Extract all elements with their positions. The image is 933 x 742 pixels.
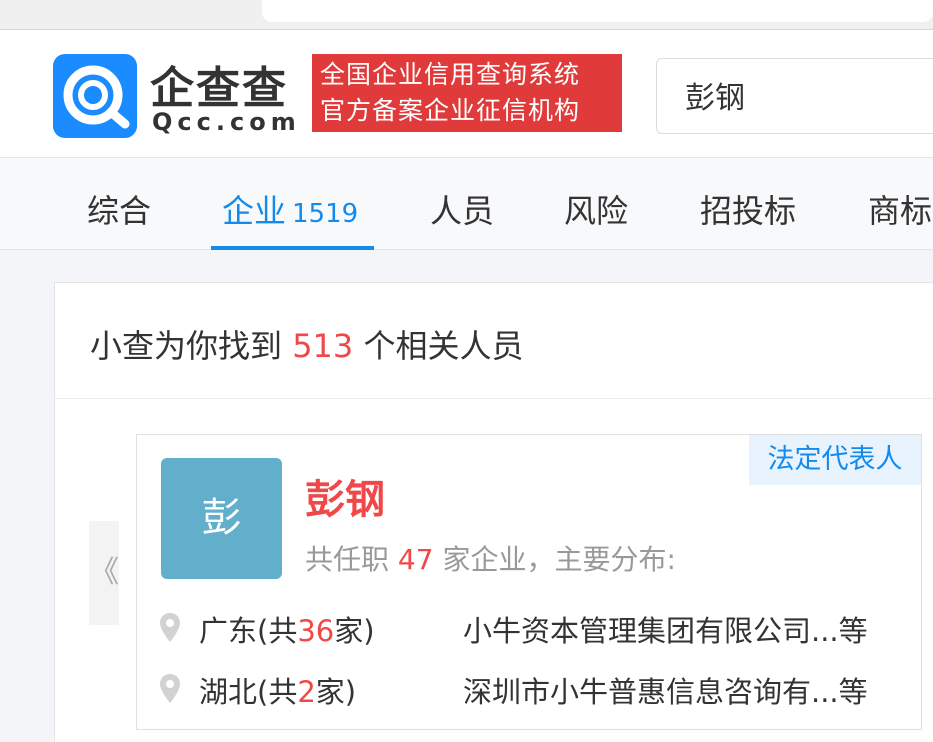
tab-risk[interactable]: 风险: [564, 186, 628, 232]
region-count: 36: [297, 614, 335, 648]
tab-people[interactable]: 人员: [430, 186, 494, 232]
company-link[interactable]: 深圳市小牛普惠信息咨询有...等: [463, 669, 868, 711]
location-pin-icon: [160, 674, 180, 703]
slogan-banner: 全国企业信用查询系统 官方备案企业征信机构: [312, 54, 622, 132]
address-bar[interactable]: [262, 0, 933, 22]
carousel-prev-button[interactable]: 《: [89, 521, 119, 625]
slogan-line-1: 全国企业信用查询系统: [320, 60, 581, 89]
region-row: 湖北(共2家) 深圳市小牛普惠信息咨询有...等: [159, 669, 904, 709]
logo-wordmark-en: Qcc.com: [152, 108, 301, 136]
region-suffix: 家): [315, 675, 357, 709]
position-count: 47: [397, 543, 434, 576]
position-suffix: 家企业，主要分布:: [442, 543, 676, 576]
people-results-panel: 小查为你找到 513 个相关人员 《 法定代表人 彭 彭钢 共任职 47 家企业…: [54, 282, 933, 742]
tab-general[interactable]: 综合: [87, 186, 151, 232]
active-tab-indicator: [211, 246, 374, 250]
role-badge: 法定代表人: [749, 435, 921, 485]
region-row: 广东(共36家) 小牛资本管理集团有限公司...等: [159, 608, 904, 648]
results-summary: 小查为你找到 513 个相关人员: [90, 321, 523, 367]
region-label[interactable]: 湖北(共2家): [199, 669, 356, 711]
position-prefix: 共任职: [305, 543, 390, 576]
tab-trademark[interactable]: 商标: [868, 186, 932, 232]
site-header: 企查查 Qcc.com 全国企业信用查询系统 官方备案企业征信机构: [0, 30, 933, 158]
result-tabs: 综合 企业 1519 人员 风险 招投标 商标: [0, 158, 933, 250]
region-count: 2: [297, 675, 316, 709]
qcc-logo-icon[interactable]: [53, 54, 137, 138]
search-box[interactable]: [656, 58, 933, 134]
slogan-line-2: 官方备案企业征信机构: [320, 96, 581, 125]
region-prefix: 广东(共: [199, 614, 298, 648]
person-name-link[interactable]: 彭钢: [305, 467, 385, 525]
results-header: 小查为你找到 513 个相关人员: [55, 283, 933, 399]
company-link[interactable]: 小牛资本管理集团有限公司...等: [463, 608, 868, 650]
tab-company[interactable]: 企业 1519: [222, 186, 358, 232]
tab-company-count: 1519: [292, 199, 359, 229]
location-pin-icon: [160, 613, 180, 642]
summary-suffix: 个相关人员: [363, 327, 524, 365]
region-suffix: 家): [334, 614, 375, 648]
summary-prefix: 小查为你找到: [90, 327, 283, 365]
tab-bidding[interactable]: 招投标: [700, 186, 796, 232]
results-count: 513: [292, 327, 354, 365]
tab-company-label: 企业: [222, 192, 287, 230]
region-label[interactable]: 广东(共36家): [199, 608, 375, 650]
browser-tab-strip: [0, 0, 933, 30]
search-input[interactable]: [685, 77, 925, 112]
person-card[interactable]: 法定代表人 彭 彭钢 共任职 47 家企业，主要分布: 广东(共36家) 小牛资…: [136, 434, 922, 730]
position-summary: 共任职 47 家企业，主要分布:: [305, 538, 676, 578]
region-prefix: 湖北(共: [199, 675, 298, 709]
avatar[interactable]: 彭: [161, 458, 282, 579]
logo-wordmark-cn: 企查查: [150, 63, 288, 114]
